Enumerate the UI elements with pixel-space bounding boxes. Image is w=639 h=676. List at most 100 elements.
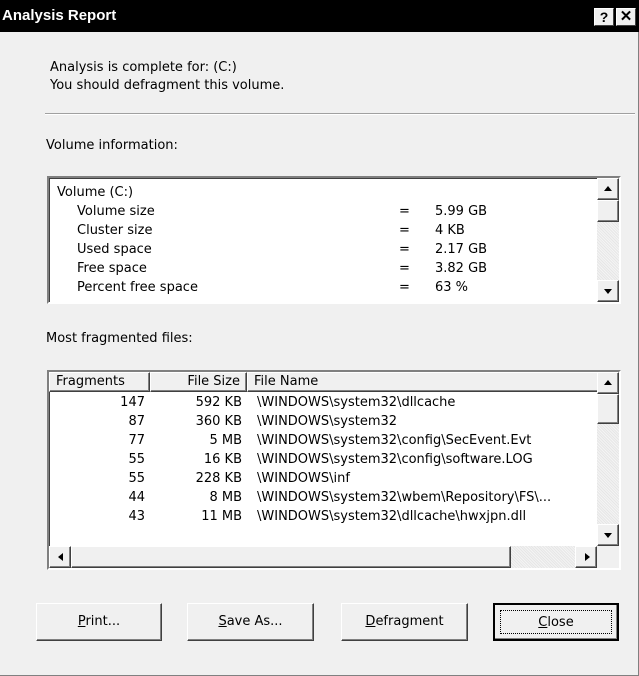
scrollbar-corner <box>597 546 619 568</box>
scroll-thumb[interactable] <box>71 546 511 568</box>
scroll-thumb[interactable] <box>597 394 619 424</box>
volume-vertical-scrollbar[interactable] <box>597 178 619 302</box>
arrow-down-icon <box>604 289 612 294</box>
volume-info-row: Used space = 2.17 GB <box>57 240 591 259</box>
volume-info-row: Cluster size = 4 KB <box>57 221 591 240</box>
print-button[interactable]: Print... <box>36 603 162 641</box>
file-name-cell: \WINDOWS\inf <box>257 471 350 486</box>
file-name-cell: \WINDOWS\system32\config\SecEvent.Evt <box>257 433 532 448</box>
list-item[interactable]: 55 16 KB \WINDOWS\system32\config\softwa… <box>49 450 597 469</box>
equals-sign: = <box>399 223 410 238</box>
file-name-cell: \WINDOWS\system32 <box>257 414 398 429</box>
free-space-label: Free space <box>77 261 147 276</box>
scroll-thumb[interactable] <box>597 200 619 222</box>
volume-info-row: Free space = 3.82 GB <box>57 259 591 278</box>
window-title: Analysis Report <box>2 7 117 24</box>
list-item[interactable]: 44 8 MB \WINDOWS\system32\wbem\Repositor… <box>49 488 597 507</box>
file-size-cell: 8 MB <box>209 490 242 505</box>
volume-info-row: Volume size = 5.99 GB <box>57 202 591 221</box>
cluster-size-value: 4 KB <box>435 223 465 238</box>
cluster-size-label: Cluster size <box>77 223 153 238</box>
close-label: lose <box>547 615 574 630</box>
fragments-cell: 55 <box>128 452 145 467</box>
list-item[interactable]: 55 228 KB \WINDOWS\inf <box>49 469 597 488</box>
free-space-value: 3.82 GB <box>435 261 488 276</box>
save-as-label: ave As... <box>226 614 283 629</box>
arrow-left-icon <box>58 553 63 561</box>
used-space-value: 2.17 GB <box>435 242 488 257</box>
file-name-cell: \WINDOWS\system32\config\software.LOG <box>257 452 533 467</box>
volume-label: Volume (C:) <box>57 185 134 200</box>
analysis-status-text: Analysis is complete for: (C:) <box>50 60 237 75</box>
volume-info-heading: Volume information: <box>46 138 178 153</box>
list-rows: 147 592 KB \WINDOWS\system32\dllcache 87… <box>49 393 597 526</box>
arrow-up-icon <box>604 186 612 191</box>
scroll-down-button[interactable] <box>597 524 619 546</box>
list-item[interactable]: 87 360 KB \WINDOWS\system32 <box>49 412 597 431</box>
list-viewport: Fragments File Size File Name 147 592 KB… <box>49 372 597 546</box>
fragments-cell: 87 <box>128 414 145 429</box>
close-window-button[interactable]: ✕ <box>616 8 636 26</box>
save-as-mnemonic: S <box>218 614 227 629</box>
fragments-cell: 77 <box>128 433 145 448</box>
fragments-cell: 55 <box>128 471 145 486</box>
volume-info-row: Percent free space = 63 % <box>57 278 591 297</box>
scroll-left-button[interactable] <box>49 546 71 568</box>
scroll-up-button[interactable] <box>597 178 619 200</box>
fragments-cell: 43 <box>128 509 145 524</box>
close-mnemonic: C <box>538 615 548 630</box>
focus-rectangle: Close <box>500 610 612 634</box>
used-space-label: Used space <box>77 242 152 257</box>
file-name-cell: \WINDOWS\system32\wbem\Repository\FS\... <box>257 490 552 505</box>
equals-sign: = <box>399 280 410 295</box>
equals-sign: = <box>399 261 410 276</box>
fragments-cell: 147 <box>120 395 145 410</box>
help-button[interactable]: ? <box>594 8 614 26</box>
volume-size-label: Volume size <box>77 204 155 219</box>
volume-size-value: 5.99 GB <box>435 204 488 219</box>
scroll-up-button[interactable] <box>597 372 619 394</box>
equals-sign: = <box>399 242 410 257</box>
volume-info-content: Volume (C:) Volume size = 5.99 GB Cluste… <box>57 183 591 297</box>
save-as-button[interactable]: Save As... <box>187 603 314 641</box>
column-header-file-name[interactable]: File Name <box>247 372 597 392</box>
list-item[interactable]: 43 11 MB \WINDOWS\system32\dllcache\hwxj… <box>49 507 597 526</box>
fragmented-files-heading: Most fragmented files: <box>46 331 193 346</box>
column-header-fragments[interactable]: Fragments <box>49 372 150 392</box>
file-name-cell: \WINDOWS\system32\dllcache\hwxjpn.dll <box>257 509 527 524</box>
list-item[interactable]: 77 5 MB \WINDOWS\system32\config\SecEven… <box>49 431 597 450</box>
file-size-cell: 360 KB <box>195 414 242 429</box>
separator <box>45 113 635 115</box>
defragment-label: efragment <box>375 614 444 629</box>
file-size-cell: 11 MB <box>201 509 242 524</box>
file-size-cell: 5 MB <box>209 433 242 448</box>
percent-free-value: 63 % <box>435 280 469 295</box>
fragments-cell: 44 <box>128 490 145 505</box>
scroll-down-button[interactable] <box>597 280 619 302</box>
volume-info-list[interactable]: Volume (C:) Volume size = 5.99 GB Cluste… <box>47 176 621 304</box>
print-label: rint... <box>85 614 121 629</box>
arrow-up-icon <box>604 380 612 385</box>
recommendation-text: You should defragment this volume. <box>50 78 285 93</box>
files-vertical-scrollbar[interactable] <box>597 372 619 546</box>
column-header-file-size[interactable]: File Size <box>150 372 247 392</box>
file-size-cell: 228 KB <box>195 471 242 486</box>
list-item[interactable]: 147 592 KB \WINDOWS\system32\dllcache <box>49 393 597 412</box>
analysis-report-dialog: Analysis Report ? ✕ Analysis is complete… <box>0 0 639 676</box>
title-bar[interactable]: Analysis Report ? ✕ <box>0 0 639 32</box>
files-horizontal-scrollbar[interactable] <box>49 546 597 568</box>
equals-sign: = <box>399 204 410 219</box>
fragmented-files-list[interactable]: Fragments File Size File Name 147 592 KB… <box>47 370 621 570</box>
scroll-right-button[interactable] <box>575 546 597 568</box>
arrow-down-icon <box>604 533 612 538</box>
defragment-mnemonic: D <box>365 614 376 629</box>
close-button[interactable]: Close <box>493 603 619 641</box>
defragment-button[interactable]: Defragment <box>341 603 468 641</box>
file-size-cell: 16 KB <box>203 452 242 467</box>
list-header: Fragments File Size File Name <box>49 372 597 392</box>
percent-free-label: Percent free space <box>77 280 198 295</box>
arrow-right-icon <box>585 553 590 561</box>
file-name-cell: \WINDOWS\system32\dllcache <box>257 395 456 410</box>
volume-label-row: Volume (C:) <box>57 183 591 202</box>
file-size-cell: 592 KB <box>195 395 242 410</box>
